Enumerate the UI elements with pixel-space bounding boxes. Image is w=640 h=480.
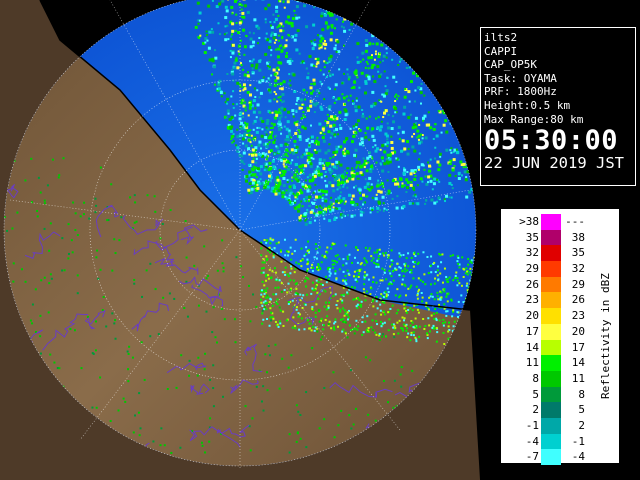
legend-color-swatch: [541, 229, 561, 246]
legend-color-swatch: [541, 386, 561, 403]
legend-row: -1 2: [509, 417, 589, 434]
product-name: CAPPI: [484, 44, 518, 58]
legend-color-swatch: [541, 355, 561, 371]
legend-row: -4 -1: [509, 433, 589, 450]
legend-high-value: -4: [571, 450, 585, 464]
observation-date: 22 JUN 2019 JST: [484, 154, 624, 173]
legend-row: 20 23: [509, 308, 589, 324]
legend-color-swatch: [541, 449, 561, 465]
legend-high-value: 35: [571, 246, 585, 260]
legend-color-swatch: [541, 276, 561, 293]
legend-color-swatch: [541, 214, 561, 230]
radar-info-panel: ilts2 CAPPI CAP_OP5K Task: OYAMA PRF: 18…: [480, 27, 636, 186]
legend-high-value: ---: [565, 215, 585, 228]
observation-time: 05:30:00: [484, 125, 619, 157]
legend-color-swatch: [541, 370, 561, 387]
legend-row: 14 17: [509, 339, 589, 356]
legend-high-value: 17: [571, 340, 585, 354]
legend-low-value: 5: [532, 387, 539, 401]
legend-high-value: 14: [571, 356, 585, 370]
legend-row: 11 14: [509, 355, 589, 371]
legend-low-value: -1: [525, 418, 539, 432]
legend-low-value: -7: [525, 450, 539, 464]
task-name: Task: OYAMA: [484, 71, 557, 85]
legend-high-value: 32: [571, 262, 585, 276]
legend-row: 32 35: [509, 245, 589, 262]
legend-row: 8 11: [509, 370, 589, 387]
legend-row: 25: [509, 402, 589, 418]
legend-high-value: 11: [571, 371, 585, 385]
legend-low-value: 26: [525, 277, 539, 291]
legend-low-value: -4: [525, 434, 539, 448]
legend-color-swatch: [541, 323, 561, 340]
legend-high-value: 26: [571, 293, 585, 307]
legend-low-value: 14: [525, 340, 539, 354]
legend-rows: >38 --- 35 38 32 35 29 32 26 29 23 26 20 23 17 20 14 17 11…: [509, 214, 589, 465]
legend-color-swatch: [541, 433, 561, 450]
legend-row: 35 38: [509, 229, 589, 246]
product-code: CAP_OP5K: [484, 58, 537, 72]
legend-color-swatch: [541, 261, 561, 277]
legend-high-value: 38: [571, 230, 585, 244]
legend-color-swatch: [541, 292, 561, 309]
legend-row: 29 32: [509, 261, 589, 277]
legend-color-swatch: [541, 245, 561, 262]
legend-high-value: 5: [578, 403, 585, 417]
legend-low-value: 29: [525, 262, 539, 276]
legend-row: -7 -4: [509, 449, 589, 465]
legend-high-value: 23: [571, 309, 585, 323]
max-range-value: Max Range:80 km: [484, 112, 584, 126]
legend-low-value: 2: [532, 403, 539, 417]
height-value: Height:0.5 km: [484, 98, 571, 112]
legend-low-value: 23: [525, 293, 539, 307]
legend-high-value: 8: [578, 387, 585, 401]
station-name: ilts2: [484, 31, 518, 44]
legend-color-swatch: [541, 402, 561, 418]
legend-row: 17 20: [509, 323, 589, 340]
legend-low-value: 11: [525, 356, 539, 370]
legend-low-value: 8: [532, 371, 539, 385]
legend-low-value: >38: [519, 215, 539, 228]
legend-high-value: 20: [571, 324, 585, 338]
legend-row: 26 29: [509, 276, 589, 293]
legend-high-value: -1: [571, 434, 585, 448]
legend-color-swatch: [541, 417, 561, 434]
prf-value: PRF: 1800Hz: [484, 85, 557, 99]
legend-row: 58: [509, 386, 589, 403]
legend-row: >38 ---: [509, 214, 589, 230]
legend-low-value: 17: [525, 324, 539, 338]
legend-title: Reflectivity in dBZ: [599, 273, 612, 399]
legend-low-value: 35: [525, 230, 539, 244]
legend-color-swatch: [541, 339, 561, 356]
legend-high-value: 2: [578, 418, 585, 432]
legend-low-value: 32: [525, 246, 539, 260]
reflectivity-legend: >38 --- 35 38 32 35 29 32 26 29 23 26 20 23 17 20 14 17 11…: [500, 208, 620, 465]
legend-high-value: 29: [571, 277, 585, 291]
legend-row: 23 26: [509, 292, 589, 309]
legend-low-value: 20: [525, 309, 539, 323]
legend-color-swatch: [541, 308, 561, 324]
